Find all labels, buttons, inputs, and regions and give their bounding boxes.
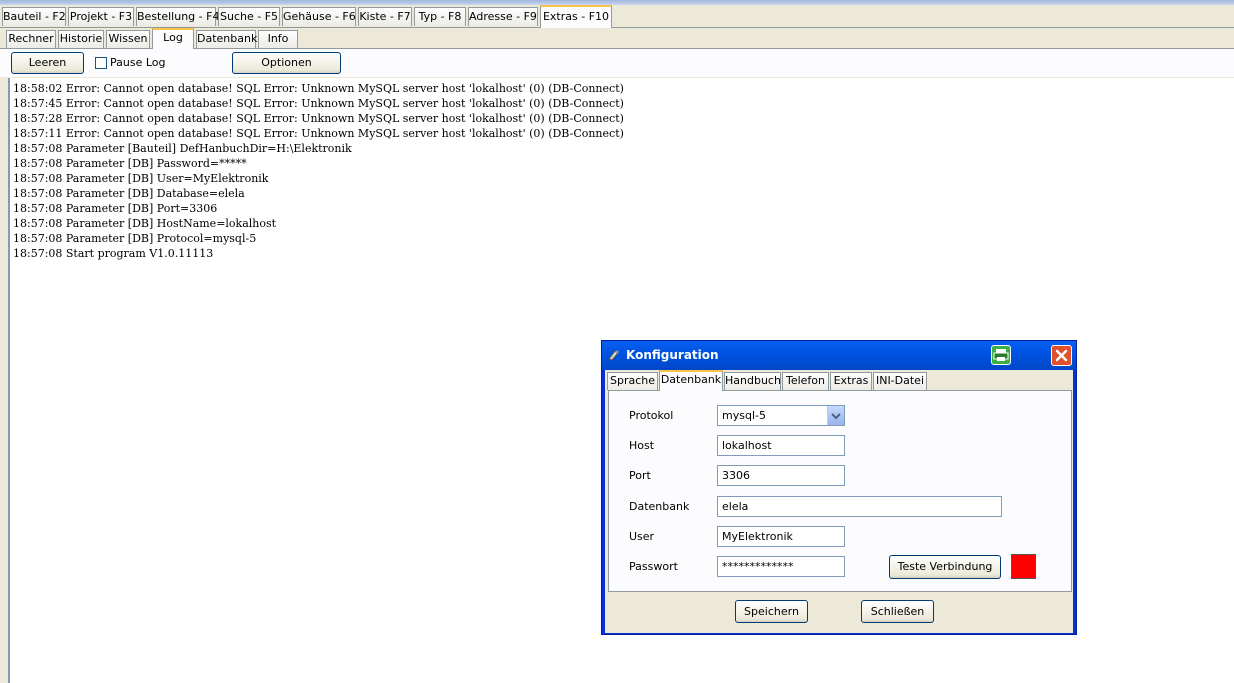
dialog-title: Konfiguration — [626, 348, 719, 362]
dialog-body: Sprache Datenbank Handbuch Telefon Extra… — [605, 370, 1073, 633]
log-line: 18:58:02 Error: Cannot open database! SQ… — [13, 82, 624, 95]
tab-datenbank[interactable]: Datenbank — [196, 30, 257, 48]
close-icon[interactable] — [1051, 345, 1072, 366]
log-line: 18:57:28 Error: Cannot open database! SQ… — [13, 112, 624, 125]
tab-adresse[interactable]: Adresse - F9 — [468, 7, 538, 26]
log-line: 18:57:08 Parameter [DB] User=MyElektroni… — [13, 172, 269, 185]
tab-sprache[interactable]: Sprache — [607, 372, 658, 390]
protocol-label: Protokol — [629, 409, 674, 422]
tab-datenbank-config[interactable]: Datenbank — [659, 370, 723, 391]
tab-rechner[interactable]: Rechner — [6, 30, 56, 48]
user-label: User — [629, 530, 655, 543]
tab-suche[interactable]: Suche - F5 — [218, 7, 280, 26]
port-label: Port — [629, 469, 651, 482]
tab-gehaeuse[interactable]: Gehäuse - F6 — [282, 7, 356, 26]
close-button[interactable]: Schließen — [861, 600, 934, 623]
log-line: 18:57:08 Start program V1.0.11113 — [13, 247, 214, 260]
pause-log-label: Pause Log — [110, 56, 166, 69]
options-button[interactable]: Optionen — [232, 52, 341, 74]
log-line: 18:57:08 Parameter [Bauteil] DefHanbuchD… — [13, 142, 352, 155]
tab-telefon[interactable]: Telefon — [782, 372, 829, 390]
chevron-down-icon[interactable] — [827, 406, 844, 425]
test-connection-button[interactable]: Teste Verbindung — [889, 555, 1001, 579]
dialog-titlebar[interactable]: Konfiguration — [602, 341, 1076, 370]
password-label: Passwort — [629, 560, 678, 573]
log-line: 18:57:45 Error: Cannot open database! SQ… — [13, 97, 624, 110]
log-line: 18:57:08 Parameter [DB] Port=3306 — [13, 202, 218, 215]
database-settings-panel: Protokol mysql-5 Host lokalhost Port 330… — [608, 390, 1072, 592]
protocol-value: mysql-5 — [722, 409, 766, 422]
sub-tab-bar: Rechner Historie Wissen Log Datenbank In… — [0, 28, 1234, 49]
log-toolbar: Leeren Pause Log Optionen — [0, 49, 1234, 77]
log-line: 18:57:08 Parameter [DB] Database=elela — [13, 187, 245, 200]
clear-log-button[interactable]: Leeren — [11, 52, 84, 74]
log-line: 18:57:11 Error: Cannot open database! SQ… — [13, 127, 624, 140]
log-line: 18:57:08 Parameter [DB] Protocol=mysql-5 — [13, 232, 257, 245]
host-label: Host — [629, 439, 655, 452]
tab-projekt[interactable]: Projekt - F3 — [68, 7, 134, 26]
tab-bestellung[interactable]: Bestellung - F4 — [136, 7, 219, 26]
tab-extras-config[interactable]: Extras — [830, 372, 872, 390]
database-input[interactable]: elela — [717, 496, 1002, 517]
tab-info[interactable]: Info — [258, 30, 298, 48]
port-input[interactable]: 3306 — [717, 465, 845, 486]
tab-wissen[interactable]: Wissen — [106, 30, 150, 48]
tab-historie[interactable]: Historie — [58, 30, 104, 48]
tab-typ[interactable]: Typ - F8 — [414, 7, 466, 26]
tab-extras[interactable]: Extras - F10 — [540, 5, 612, 28]
protocol-select[interactable]: mysql-5 — [717, 405, 845, 426]
connection-status-indicator — [1011, 554, 1036, 579]
tab-handbuch[interactable]: Handbuch — [724, 372, 781, 390]
tab-bauteil[interactable]: Bauteil - F2 — [2, 7, 66, 26]
password-input[interactable]: ************* — [717, 556, 845, 577]
tab-kiste[interactable]: Kiste - F7 — [358, 7, 412, 26]
tab-ini-datei[interactable]: INI-Datei — [873, 372, 927, 390]
user-input[interactable]: MyElektronik — [717, 526, 845, 547]
app-icon — [608, 349, 620, 361]
pause-log-checkbox[interactable] — [95, 57, 107, 69]
save-button[interactable]: Speichern — [735, 600, 808, 623]
host-input[interactable]: lokalhost — [717, 435, 845, 456]
database-label: Datenbank — [629, 500, 690, 513]
print-icon[interactable] — [991, 345, 1011, 365]
log-line: 18:57:08 Parameter [DB] HostName=lokalho… — [13, 217, 277, 230]
main-tab-bar: Bauteil - F2 Projekt - F3 Bestellung - F… — [0, 5, 1234, 28]
config-dialog: Konfiguration Sprache Datenbank Handbuch… — [601, 340, 1077, 635]
log-line: 18:57:08 Parameter [DB] Password=***** — [13, 157, 247, 170]
tab-log[interactable]: Log — [152, 28, 194, 49]
